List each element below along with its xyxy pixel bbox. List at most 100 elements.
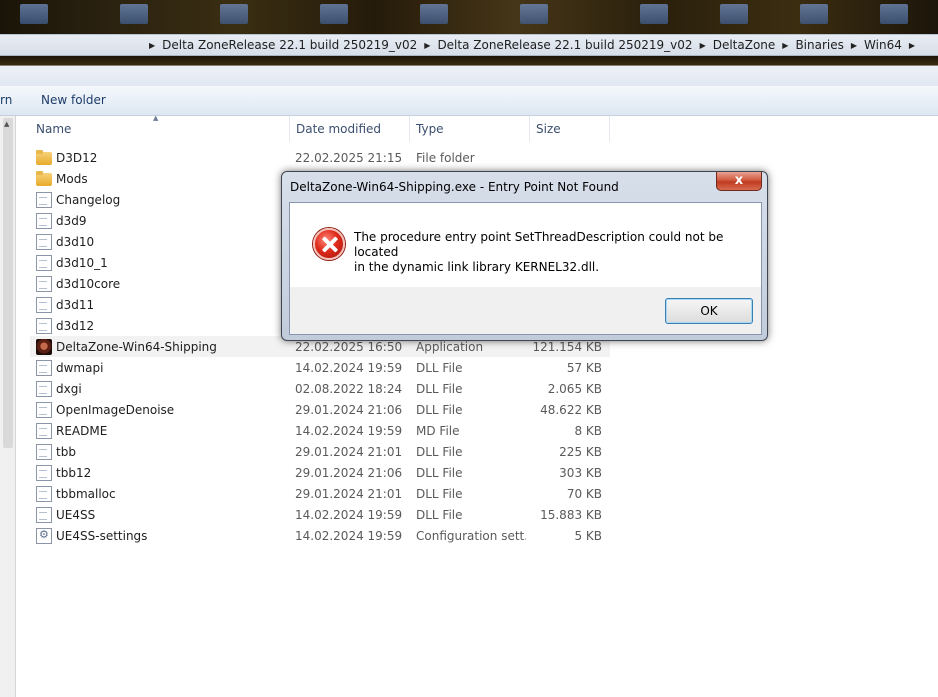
dialog-content: The procedure entry point SetThreadDescr…	[290, 203, 761, 287]
file-date: 14.02.2024 19:59	[295, 507, 403, 522]
document-icon	[36, 422, 52, 439]
file-type: Application	[416, 339, 484, 354]
file-name: Changelog	[56, 192, 121, 207]
ok-button[interactable]: OK	[665, 298, 753, 324]
file-name: tbb	[56, 444, 76, 459]
taskbar-thumbnail-icon[interactable]	[640, 4, 668, 24]
chevron-right-icon[interactable]: ▶	[149, 41, 155, 50]
document-icon	[36, 464, 52, 481]
file-name: D3D12	[56, 150, 98, 165]
chevron-right-icon[interactable]: ▶	[851, 41, 857, 50]
chevron-right-icon[interactable]: ▶	[909, 41, 915, 50]
file-row-tbb12[interactable]: tbb12 29.01.2024 21:06 DLL File 303 KB	[30, 462, 610, 483]
document-icon	[36, 212, 52, 229]
taskbar-thumbnail-icon[interactable]	[20, 4, 48, 24]
file-row-d3d12-folder[interactable]: D3D12 22.02.2025 21:15 File folder	[30, 147, 610, 168]
taskbar-thumbnail-icon[interactable]	[520, 4, 548, 24]
breadcrumb-item[interactable]: DeltaZone	[713, 38, 776, 52]
column-header-size[interactable]: Size	[530, 116, 610, 142]
taskbar-thumbnail-icon[interactable]	[880, 4, 908, 24]
document-icon	[36, 443, 52, 460]
taskbar-thumbnail-icon[interactable]	[320, 4, 348, 24]
column-header-name[interactable]: Name	[30, 116, 290, 142]
navigation-scrollbar[interactable]	[3, 118, 13, 448]
taskbar-thumbnail-icon[interactable]	[420, 4, 448, 24]
document-icon	[36, 191, 52, 208]
error-message: The procedure entry point SetThreadDescr…	[354, 230, 754, 275]
document-icon	[36, 317, 52, 334]
taskbar-thumbnail-icon[interactable]	[120, 4, 148, 24]
document-icon	[36, 359, 52, 376]
file-name: UE4SS-settings	[56, 528, 148, 543]
folder-icon	[36, 171, 52, 186]
scroll-up-icon[interactable]: ▲	[4, 120, 9, 128]
file-row-readme[interactable]: README 14.02.2024 19:59 MD File 8 KB	[30, 420, 610, 441]
file-type: File folder	[416, 150, 475, 165]
document-icon	[36, 401, 52, 418]
file-size: 70 KB	[566, 486, 602, 501]
address-bar[interactable]: ▶ Delta ZoneRelease 22.1 build 250219_v0…	[0, 34, 938, 56]
file-size: 225 KB	[559, 444, 602, 459]
file-name: d3d10	[56, 234, 95, 249]
file-date: 29.01.2024 21:06	[295, 465, 403, 480]
command-bar: rn New folder	[0, 86, 938, 116]
file-type: DLL File	[416, 444, 463, 459]
breadcrumb-item[interactable]: Binaries	[795, 38, 843, 52]
file-name: d3d12	[56, 318, 95, 333]
file-row-dxgi[interactable]: dxgi 02.08.2022 18:24 DLL File 2.065 KB	[30, 378, 610, 399]
file-date: 22.02.2025 21:15	[295, 150, 403, 165]
file-row-ue4ss-settings[interactable]: UE4SS-settings 14.02.2024 19:59 Configur…	[30, 525, 610, 546]
file-size: 2.065 KB	[547, 381, 602, 396]
taskbar-thumbnail-icon[interactable]	[800, 4, 828, 24]
file-date: 02.08.2022 18:24	[295, 381, 403, 396]
file-row-tbb[interactable]: tbb 29.01.2024 21:01 DLL File 225 KB	[30, 441, 610, 462]
file-row-ue4ss[interactable]: UE4SS 14.02.2024 19:59 DLL File 15.883 K…	[30, 504, 610, 525]
column-header-date[interactable]: Date modified	[290, 116, 410, 142]
file-name: d3d11	[56, 297, 95, 312]
chevron-right-icon[interactable]: ▶	[700, 41, 706, 50]
file-row-openimagedenoise[interactable]: OpenImageDenoise 29.01.2024 21:06 DLL Fi…	[30, 399, 610, 420]
file-type: MD File	[416, 423, 460, 438]
file-date: 14.02.2024 19:59	[295, 423, 403, 438]
column-header-label: Type	[416, 122, 444, 136]
column-header-type[interactable]: Type	[410, 116, 530, 142]
breadcrumb-item[interactable]: Win64	[864, 38, 902, 52]
file-name: UE4SS	[56, 507, 96, 522]
file-name: d3d9	[56, 213, 87, 228]
file-type: DLL File	[416, 381, 463, 396]
file-type: DLL File	[416, 486, 463, 501]
document-icon	[36, 380, 52, 397]
settings-file-icon	[36, 527, 52, 544]
application-icon	[36, 338, 52, 355]
file-row-tbbmalloc[interactable]: tbbmalloc 29.01.2024 21:01 DLL File 70 K…	[30, 483, 610, 504]
document-icon	[36, 485, 52, 502]
breadcrumb-item[interactable]: Delta ZoneRelease 22.1 build 250219_v02	[162, 38, 417, 52]
file-date: 22.02.2025 16:50	[295, 339, 403, 354]
chevron-right-icon[interactable]: ▶	[782, 41, 788, 50]
close-button[interactable]: x	[716, 172, 762, 191]
error-message-line: in the dynamic link library KERNEL32.dll…	[354, 260, 600, 274]
file-size: 121.154 KB	[532, 339, 602, 354]
folder-icon	[36, 150, 52, 165]
organize-button[interactable]: rn	[0, 93, 12, 107]
file-name: d3d10core	[56, 276, 121, 291]
file-name: README	[56, 423, 108, 438]
taskbar-thumbnail-icon[interactable]	[220, 4, 248, 24]
file-name: DeltaZone-Win64-Shipping	[56, 339, 217, 354]
file-date: 29.01.2024 21:01	[295, 486, 403, 501]
error-icon	[313, 228, 345, 260]
new-folder-button[interactable]: New folder	[41, 93, 106, 107]
file-type: DLL File	[416, 507, 463, 522]
dialog-footer: OK	[290, 287, 761, 334]
file-size: 5 KB	[574, 528, 602, 543]
document-icon	[36, 296, 52, 313]
file-type: DLL File	[416, 360, 463, 375]
file-row-dwmapi[interactable]: dwmapi 14.02.2024 19:59 DLL File 57 KB	[30, 357, 610, 378]
chevron-right-icon[interactable]: ▶	[424, 41, 430, 50]
breadcrumb: ▶ Delta ZoneRelease 22.1 build 250219_v0…	[142, 38, 922, 52]
file-name: d3d10_1	[56, 255, 108, 270]
sort-ascending-icon: ▲	[153, 114, 159, 122]
taskbar-thumbnail-icon[interactable]	[720, 4, 748, 24]
breadcrumb-item[interactable]: Delta ZoneRelease 22.1 build 250219_v02	[437, 38, 692, 52]
file-name: tbbmalloc	[56, 486, 116, 501]
